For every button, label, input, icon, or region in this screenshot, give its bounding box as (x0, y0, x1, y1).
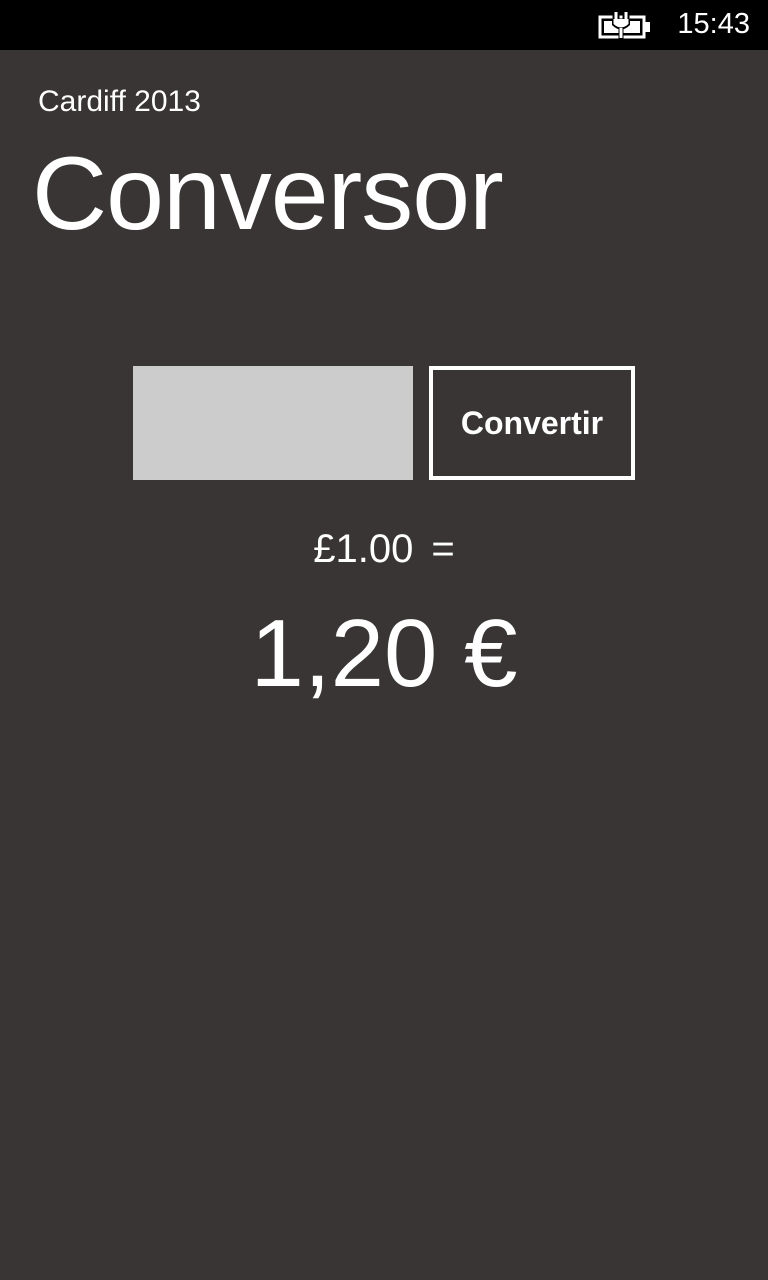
page-title: Conversor (32, 136, 504, 252)
app-title: Cardiff 2013 (38, 85, 201, 118)
battery-charging-icon (598, 11, 650, 39)
amount-input[interactable] (133, 366, 413, 480)
source-amount: £1.00 (313, 527, 414, 571)
convert-button[interactable]: Convertir (429, 366, 635, 480)
status-bar: 15:43 (0, 0, 768, 50)
status-time: 15:43 (677, 8, 750, 40)
converted-result: 1,20 € (250, 600, 518, 707)
screen: 15:43 Cardiff 2013 Conversor Convertir £… (0, 0, 768, 1280)
exchange-rate-line: £1.00 = (0, 524, 768, 574)
equals-sign: = (431, 527, 455, 571)
